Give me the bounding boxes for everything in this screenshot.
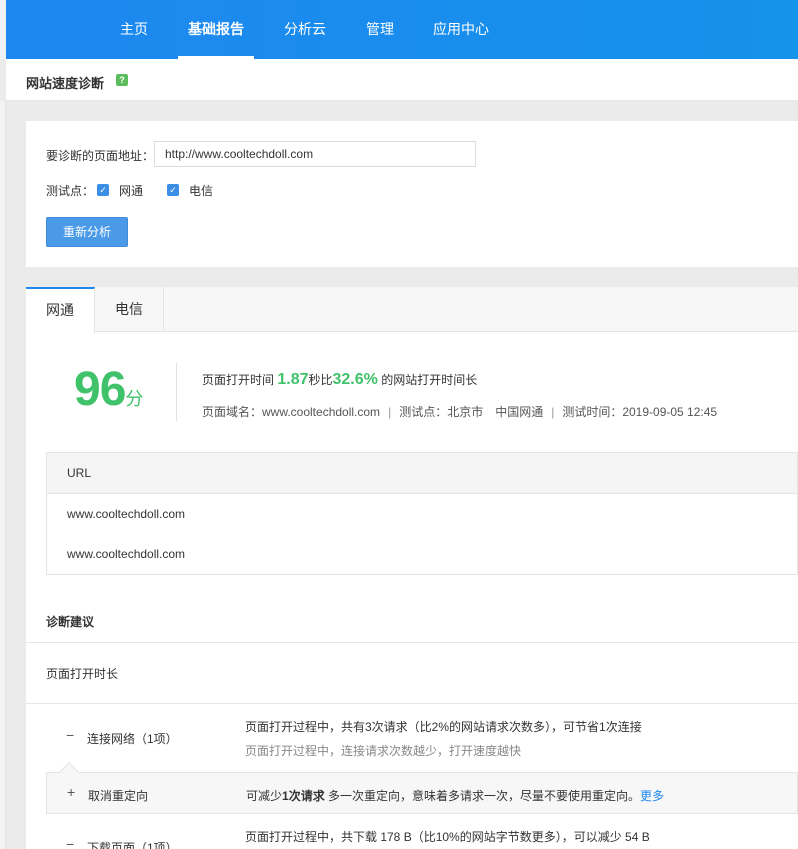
table-row: www.cooltechdoll.com (67, 547, 186, 561)
advice-title: 诊断建议 (46, 615, 95, 629)
help-icon[interactable]: ? (116, 74, 128, 86)
domain-info: 页面域名：www.cooltechdoll.com (202, 405, 381, 419)
reanalyze-button[interactable]: 重新分析 (46, 217, 128, 247)
collapse-icon[interactable]: − (66, 727, 74, 743)
nav-item-home[interactable]: 主页 (108, 0, 160, 59)
nav-item-app-center[interactable]: 应用中心 (422, 0, 500, 59)
url-input[interactable]: http://www.cooltechdoll.com (154, 141, 476, 167)
advice-list: − 连接网络（1项） 页面打开过程中，共有3次请求（比2%的网站请求次数多），可… (26, 703, 798, 849)
advice-item-connect[interactable]: 连接网络（1项） (87, 730, 178, 747)
open-time-percent: 32.6% (332, 371, 378, 388)
table-row: www.cooltechdoll.com (67, 507, 186, 521)
advice-item-download[interactable]: 下载页面（1项） (87, 839, 178, 849)
open-time-prefix: 页面打开时间 (202, 373, 278, 387)
advice-item-connect-detail: 页面打开过程中，共有3次请求（比2%的网站请求次数多），可节省1次连接 (245, 720, 642, 734)
top-nav: 主页 基础报告 分析云 管理 应用中心 (0, 0, 798, 59)
meta-separator: | (551, 405, 555, 419)
expand-icon[interactable]: + (67, 784, 75, 800)
redirect-prefix: 可减少 (246, 789, 283, 803)
advice-divider (26, 642, 798, 643)
open-time-suffix: 的网站打开时间长 (377, 373, 478, 387)
test-meta: 页面域名：www.cooltechdoll.com | 测试点：北京市 中国网通 | 测… (202, 403, 717, 420)
score-value: 96 (74, 363, 126, 416)
score-display: 96分 (74, 362, 143, 417)
isp-tabs: 网通 电信 (26, 287, 798, 333)
diagnose-form: 要诊断的页面地址： http://www.cooltechdoll.com 测试… (26, 121, 798, 267)
redirect-rest: 多一次重定向，意味着多请求一次，尽量不要使用重定向。 (324, 789, 641, 803)
test-point-info: 测试点：北京市 中国网通 (399, 405, 544, 419)
page-title: 网站速度诊断 (26, 76, 105, 91)
redirect-label[interactable]: 取消重定向 (88, 787, 148, 804)
left-shade (0, 101, 6, 849)
meta-separator: | (388, 405, 392, 419)
more-link[interactable]: 更多 (640, 789, 664, 803)
redirect-count: 1次请求 (282, 789, 325, 803)
tab-dianxin[interactable]: 电信 (95, 287, 164, 332)
advice-item-download-detail: 页面打开过程中，共下载 178 B（比10%的网站字节数更多），可以减少 54 … (245, 830, 650, 844)
checkbox-wangtong-label: 网通 (119, 184, 144, 198)
advice-subitem-redirect: + 取消重定向 可减少1次请求 多一次重定向，意味着多请求一次，尽量不要使用重定… (46, 772, 798, 814)
open-time-value: 1.87 (277, 371, 309, 388)
score-unit: 分 (125, 389, 144, 409)
checkbox-dianxin-label: 电信 (189, 184, 214, 198)
test-point-label: 测试点： (46, 184, 95, 198)
advice-item-connect-tip: 页面打开过程中，连接请求次数越少，打开速度越快 (245, 744, 522, 758)
checkbox-wangtong[interactable]: ✓ (97, 184, 109, 196)
redirect-detail: 可减少1次请求 多一次重定向，意味着多请求一次，尽量不要使用重定向。更多 (246, 787, 664, 804)
url-table: URL www.cooltechdoll.com www.cooltechdol… (46, 452, 798, 575)
nav-item-analysis-cloud[interactable]: 分析云 (272, 0, 338, 59)
result-panel: 网通 电信 96分 页面打开时间 1.87秒比32.6% 的网站打开时间长 页面… (26, 287, 798, 849)
open-time-mid: 秒比 (308, 373, 333, 387)
collapse-icon[interactable]: − (66, 836, 74, 849)
open-time-summary: 页面打开时间 1.87秒比32.6% 的网站打开时间长 (202, 371, 477, 389)
score-divider (176, 363, 177, 421)
url-table-header: URL (47, 453, 797, 494)
nav-item-manage[interactable]: 管理 (354, 0, 406, 59)
page-title-bar: 网站速度诊断 ? (6, 59, 798, 101)
checkbox-dianxin[interactable]: ✓ (167, 184, 179, 196)
url-label: 要诊断的页面地址： (46, 149, 155, 163)
nav-item-basic-report[interactable]: 基础报告 (178, 0, 254, 59)
nav-left-strip (0, 0, 6, 59)
tab-wangtong[interactable]: 网通 (26, 287, 95, 333)
advice-subtitle: 页面打开时长 (46, 667, 119, 681)
test-time-info: 测试时间：2019-09-05 12:45 (562, 405, 718, 419)
